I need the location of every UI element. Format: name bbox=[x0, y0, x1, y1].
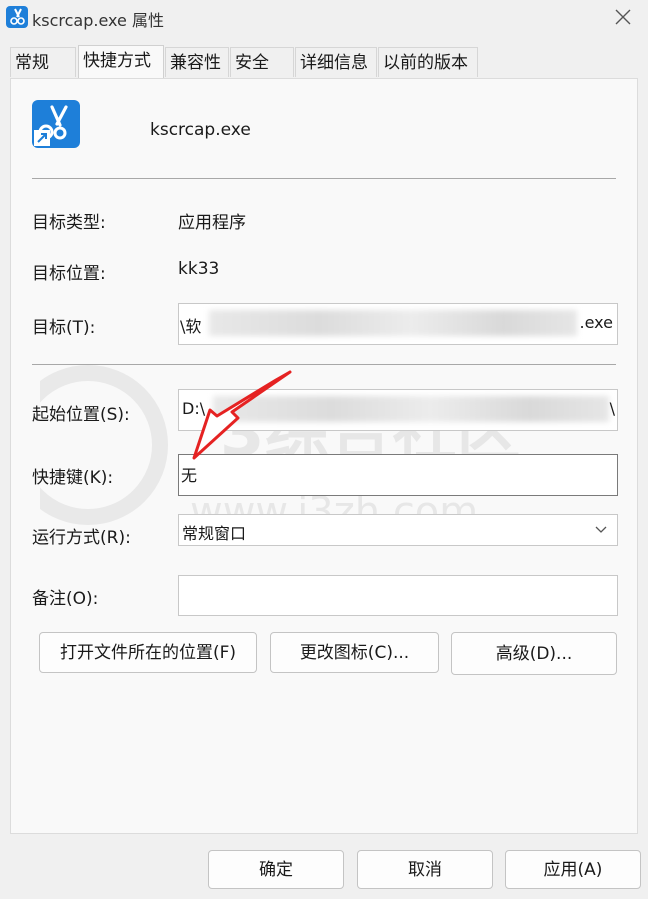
target-input[interactable]: \软 .exe bbox=[178, 303, 618, 345]
separator bbox=[32, 364, 616, 365]
change-icon-button[interactable]: 更改图标(C)... bbox=[270, 632, 439, 673]
tab-label: 安全 bbox=[235, 53, 269, 73]
close-icon[interactable] bbox=[610, 4, 636, 30]
advanced-label: 高级(D)... bbox=[495, 644, 573, 664]
tab-label: 常规 bbox=[15, 53, 49, 73]
tab-general[interactable]: 常规 bbox=[10, 47, 76, 77]
scissors-app-icon bbox=[6, 6, 28, 28]
separator bbox=[32, 178, 616, 179]
open-file-location-label: 打开文件所在的位置(F) bbox=[59, 643, 237, 663]
ok-label: 确定 bbox=[259, 860, 293, 880]
shortcut-key-label: 快捷键(K): bbox=[32, 468, 114, 488]
tab-shortcut[interactable]: 快捷方式 bbox=[78, 45, 164, 78]
title-bar: kscrcap.exe 属性 bbox=[0, 0, 648, 34]
cancel-label: 取消 bbox=[408, 860, 442, 880]
advanced-button[interactable]: 高级(D)... bbox=[451, 632, 617, 675]
tab-label: 详细信息 bbox=[300, 53, 368, 73]
target-type-label: 目标类型: bbox=[32, 213, 106, 233]
run-select-value: 常规窗口 bbox=[182, 524, 247, 543]
open-file-location-button[interactable]: 打开文件所在的位置(F) bbox=[39, 632, 257, 673]
annotation-arrow-icon bbox=[192, 370, 292, 460]
target-location-value: kk33 bbox=[178, 259, 220, 279]
target-value-start: \软 bbox=[180, 317, 202, 336]
tab-compatibility[interactable]: 兼容性 bbox=[165, 47, 229, 77]
apply-label: 应用(A) bbox=[543, 860, 603, 880]
change-icon-label: 更改图标(C)... bbox=[299, 643, 410, 663]
tab-label: 快捷方式 bbox=[83, 51, 151, 71]
ok-button[interactable]: 确定 bbox=[208, 850, 344, 889]
tab-previous-versions[interactable]: 以前的版本 bbox=[378, 47, 478, 77]
chevron-down-icon bbox=[595, 526, 607, 533]
comment-label: 备注(O): bbox=[32, 589, 99, 609]
tab-security[interactable]: 安全 bbox=[230, 47, 294, 77]
start-in-label: 起始位置(S): bbox=[32, 405, 130, 425]
scissors-app-icon bbox=[32, 100, 80, 148]
tab-label: 兼容性 bbox=[170, 53, 221, 73]
start-in-value-end: \ bbox=[609, 399, 615, 418]
tab-label: 以前的版本 bbox=[383, 53, 468, 73]
target-value-end: .exe bbox=[579, 313, 613, 332]
target-type-value: 应用程序 bbox=[178, 213, 246, 233]
run-select[interactable]: 常规窗口 bbox=[178, 514, 618, 546]
redacted-path bbox=[209, 310, 577, 336]
apply-button[interactable]: 应用(A) bbox=[505, 850, 641, 889]
target-location-label: 目标位置: bbox=[32, 264, 106, 284]
run-label: 运行方式(R): bbox=[32, 528, 131, 548]
cancel-button[interactable]: 取消 bbox=[357, 850, 493, 889]
comment-input[interactable] bbox=[178, 575, 618, 616]
file-name: kscrcap.exe bbox=[150, 120, 251, 140]
target-label: 目标(T): bbox=[32, 318, 96, 338]
tab-details[interactable]: 详细信息 bbox=[295, 47, 377, 77]
window-title: kscrcap.exe 属性 bbox=[32, 11, 164, 30]
